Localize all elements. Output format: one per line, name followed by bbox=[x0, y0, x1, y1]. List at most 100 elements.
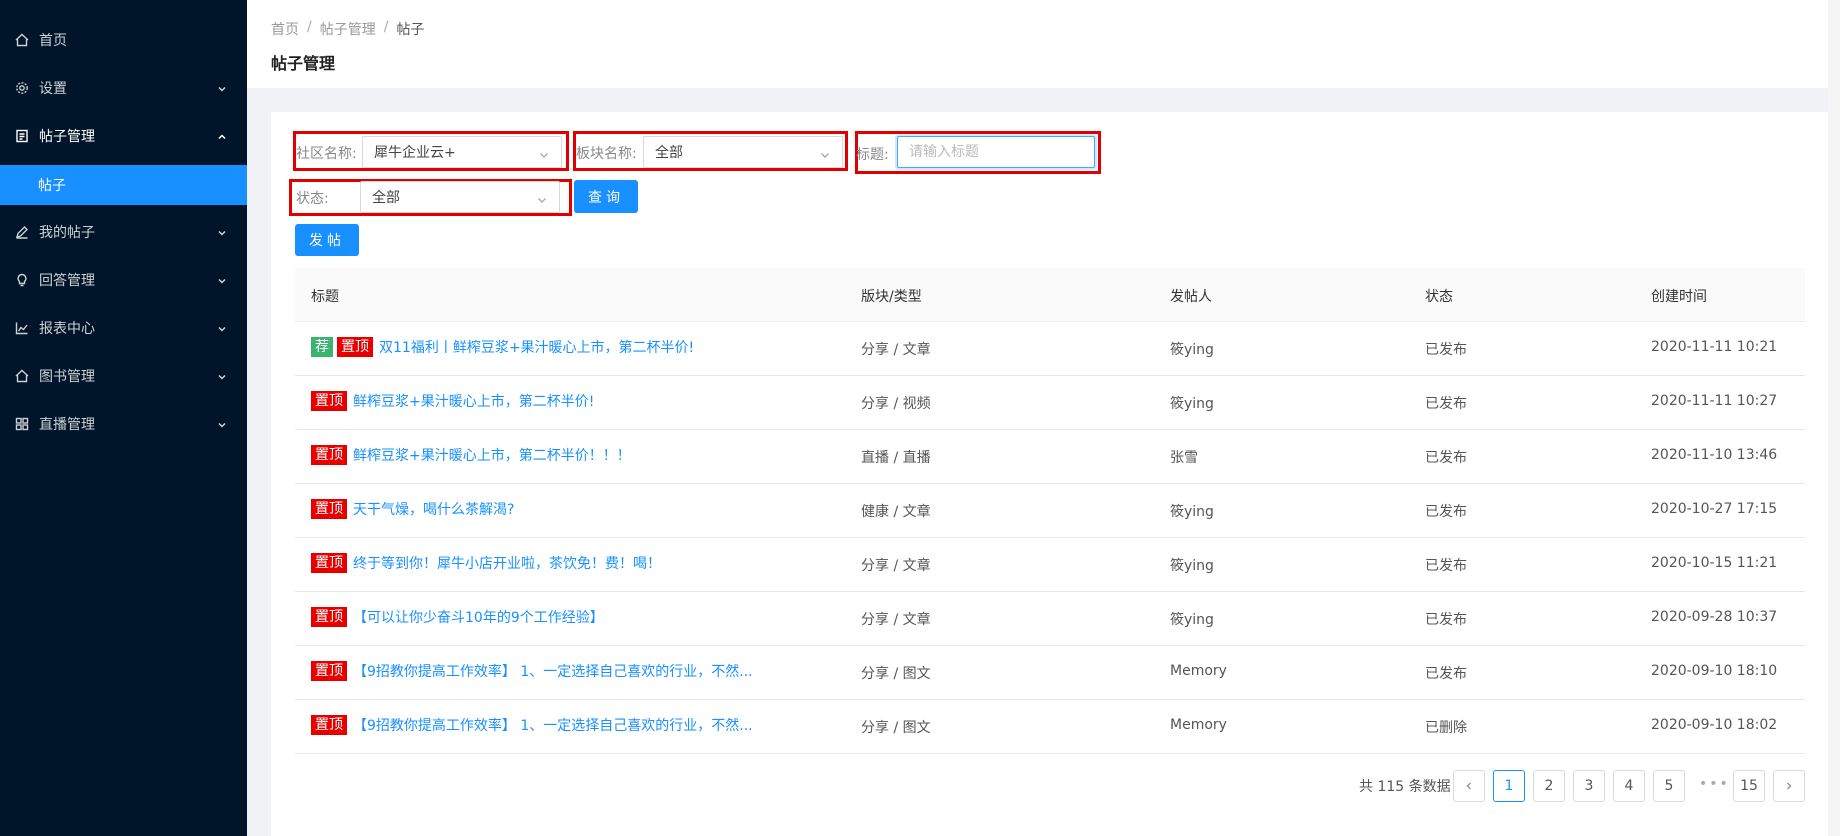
board-select-value: 全部 bbox=[655, 145, 683, 161]
post-created-time: 2020-11-11 10:21 bbox=[1651, 339, 1778, 355]
post-title-link[interactable]: 天干气燥，喝什么茶解渴? bbox=[353, 499, 514, 519]
status-label: 状态: bbox=[296, 191, 329, 207]
post-status: 已发布 bbox=[1425, 504, 1467, 520]
post-author: 筱ying bbox=[1170, 612, 1214, 628]
pagination-page-1[interactable]: 1 bbox=[1493, 770, 1525, 802]
table-row: 置顶 【可以让你少奋斗10年的9个工作经验】 分享 / 文章 筱ying 已发布… bbox=[295, 592, 1805, 646]
post-title-link[interactable]: 双11福利丨鲜榨豆浆+果汁暖心上市，第二杯半价! bbox=[379, 337, 694, 357]
sidebar-item-answers[interactable]: 回答管理 bbox=[0, 260, 247, 300]
pagination-page-2[interactable]: 2 bbox=[1533, 770, 1565, 802]
chevron-right-icon bbox=[1786, 782, 1792, 790]
sidebar-item-reports[interactable]: 报表中心 bbox=[0, 308, 247, 348]
file-icon bbox=[15, 129, 29, 143]
post-title-link[interactable]: 【9招教你提高工作效率】 1、一定选择自己喜欢的行业，不然... bbox=[353, 661, 753, 681]
breadcrumb-post-management[interactable]: 帖子管理 bbox=[320, 19, 376, 39]
page-header: 首页 / 帖子管理 / 帖子 帖子管理 bbox=[247, 0, 1840, 88]
breadcrumb-separator: / bbox=[383, 19, 389, 35]
sidebar-item-my-posts[interactable]: 我的帖子 bbox=[0, 212, 247, 252]
post-created-time: 2020-11-11 10:27 bbox=[1651, 393, 1778, 409]
post-status: 已发布 bbox=[1425, 450, 1467, 466]
table-row: 置顶 【9招教你提高工作效率】 1、一定选择自己喜欢的行业，不然... 分享 /… bbox=[295, 700, 1805, 754]
status-select-value: 全部 bbox=[372, 190, 400, 206]
post-title-link[interactable]: 鲜榨豆浆+果汁暖心上市，第二杯半价！！！ bbox=[353, 445, 631, 465]
post-author: 筱ying bbox=[1170, 342, 1214, 358]
community-select[interactable]: 犀牛企业云+ bbox=[362, 136, 562, 168]
table-row: 置顶 终于等到你！犀牛小店开业啦，茶饮免！费！喝！ 分享 / 文章 筱ying … bbox=[295, 538, 1805, 592]
recommend-tag: 荐 bbox=[311, 337, 333, 357]
status-select[interactable]: 全部 bbox=[360, 181, 560, 213]
post-created-time: 2020-09-10 18:02 bbox=[1651, 717, 1778, 733]
post-author: 张雪 bbox=[1170, 450, 1198, 466]
post-status: 已发布 bbox=[1425, 612, 1467, 628]
sidebar-subitem-label: 帖子 bbox=[38, 178, 66, 194]
post-status: 已发布 bbox=[1425, 396, 1467, 412]
pagination-prev-button[interactable] bbox=[1453, 770, 1485, 802]
community-label: 社区名称: bbox=[296, 146, 357, 162]
pinned-tag: 置顶 bbox=[311, 391, 347, 411]
board-select[interactable]: 全部 bbox=[643, 136, 843, 168]
new-post-button[interactable]: 发帖 bbox=[295, 224, 359, 256]
sidebar-item-label: 报表中心 bbox=[39, 321, 95, 337]
post-status: 已删除 bbox=[1425, 720, 1467, 736]
sidebar-item-books[interactable]: 图书管理 bbox=[0, 356, 247, 396]
column-header-status: 状态 bbox=[1425, 289, 1453, 305]
bulb-icon bbox=[15, 273, 29, 287]
scrollbar[interactable] bbox=[1828, 0, 1840, 836]
pinned-tag: 置顶 bbox=[311, 607, 347, 627]
table-row: 置顶 鲜榨豆浆+果汁暖心上市，第二杯半价! 分享 / 视频 筱ying 已发布 … bbox=[295, 376, 1805, 430]
breadcrumb-home[interactable]: 首页 bbox=[271, 19, 299, 39]
breadcrumb-separator: / bbox=[307, 19, 312, 35]
post-author: 筱ying bbox=[1170, 504, 1214, 520]
pagination-ellipsis[interactable]: ••• bbox=[1699, 776, 1730, 792]
home-icon bbox=[15, 33, 29, 47]
table-row: 置顶 鲜榨豆浆+果汁暖心上市，第二杯半价！！！ 直播 / 直播 张雪 已发布 2… bbox=[295, 430, 1805, 484]
query-button[interactable]: 查询 bbox=[574, 180, 638, 213]
sidebar-item-label: 图书管理 bbox=[39, 369, 95, 385]
board-label: 板块名称: bbox=[576, 146, 637, 162]
sidebar-item-label: 直播管理 bbox=[39, 417, 95, 433]
post-created-time: 2020-09-28 10:37 bbox=[1651, 609, 1778, 625]
post-title-link[interactable]: 【可以让你少奋斗10年的9个工作经验】 bbox=[353, 607, 604, 627]
chevron-down-icon bbox=[537, 193, 547, 203]
sidebar-subitem-posts[interactable]: 帖子 bbox=[0, 165, 247, 205]
post-type: 分享 / 图文 bbox=[861, 666, 931, 682]
post-created-time: 2020-09-10 18:10 bbox=[1651, 663, 1778, 679]
sidebar-item-settings[interactable]: 设置 bbox=[0, 68, 247, 108]
pagination-page-3[interactable]: 3 bbox=[1573, 770, 1605, 802]
post-author: Memory bbox=[1170, 717, 1227, 733]
sidebar-item-label: 首页 bbox=[39, 33, 67, 49]
edit-icon bbox=[15, 225, 29, 239]
sidebar-item-post-management[interactable]: 帖子管理 bbox=[0, 116, 247, 156]
chevron-down-icon bbox=[217, 226, 227, 236]
sidebar-item-live[interactable]: 直播管理 bbox=[0, 404, 247, 444]
chevron-down-icon bbox=[539, 148, 549, 158]
pagination-page-5[interactable]: 5 bbox=[1653, 770, 1685, 802]
sidebar-item-home[interactable]: 首页 bbox=[0, 20, 247, 60]
post-title-link[interactable]: 【9招教你提高工作效率】 1、一定选择自己喜欢的行业，不然... bbox=[353, 715, 753, 735]
post-status: 已发布 bbox=[1425, 342, 1467, 358]
title-input[interactable] bbox=[897, 136, 1095, 168]
breadcrumb: 首页 / 帖子管理 / 帖子 bbox=[271, 19, 424, 39]
table-row: 荐 置顶 双11福利丨鲜榨豆浆+果汁暖心上市，第二杯半价! 分享 / 文章 筱y… bbox=[295, 322, 1805, 376]
pagination-next-button[interactable] bbox=[1773, 770, 1805, 802]
post-title-link[interactable]: 鲜榨豆浆+果汁暖心上市，第二杯半价! bbox=[353, 391, 594, 411]
chevron-down-icon bbox=[217, 82, 227, 92]
line-chart-icon bbox=[15, 321, 29, 335]
post-title-link[interactable]: 终于等到你！犀牛小店开业啦，茶饮免！费！喝！ bbox=[353, 553, 661, 573]
sidebar: 首页 设置 帖子管理 帖子 我的帖子 回答管理 报表中心 图书管理 直播管理 bbox=[0, 0, 247, 836]
title-label: 标题: bbox=[856, 147, 889, 163]
community-select-value: 犀牛企业云+ bbox=[374, 145, 456, 161]
post-created-time: 2020-10-27 17:15 bbox=[1651, 501, 1778, 517]
chevron-down-icon bbox=[217, 274, 227, 284]
pinned-tag: 置顶 bbox=[311, 661, 347, 681]
sidebar-item-label: 回答管理 bbox=[39, 273, 95, 289]
pinned-tag: 置顶 bbox=[311, 715, 347, 735]
table-header: 标题 版块/类型 发帖人 状态 创建时间 bbox=[295, 268, 1805, 322]
pagination-page-4[interactable]: 4 bbox=[1613, 770, 1645, 802]
chevron-down-icon bbox=[820, 148, 830, 158]
sidebar-item-label: 我的帖子 bbox=[39, 225, 95, 241]
pagination-page-last[interactable]: 15 bbox=[1733, 770, 1765, 802]
post-status: 已发布 bbox=[1425, 666, 1467, 682]
breadcrumb-current: 帖子 bbox=[396, 22, 425, 38]
chevron-down-icon bbox=[217, 322, 227, 332]
